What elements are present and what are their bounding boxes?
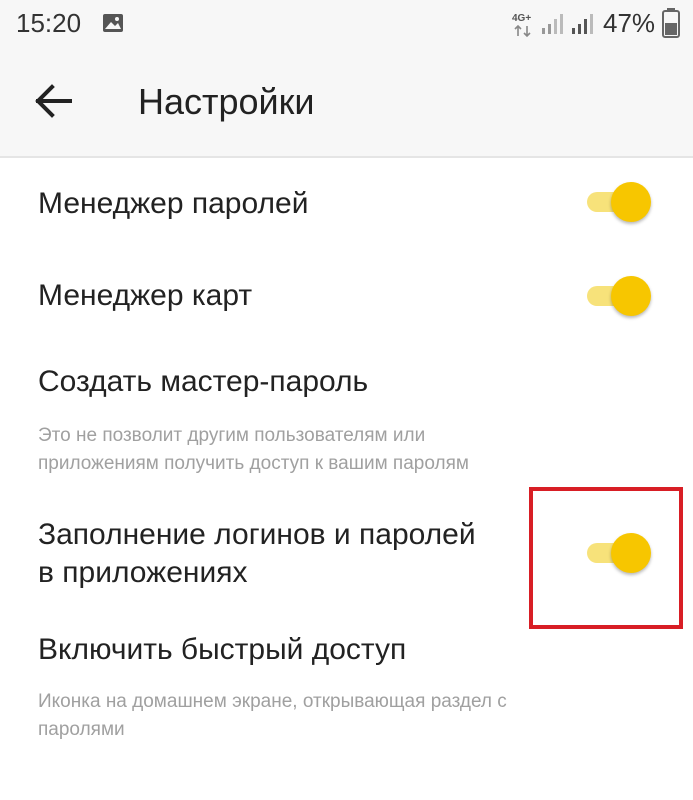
back-arrow-icon[interactable]: [34, 84, 74, 118]
status-bar: 15:20 4G+ 47%: [0, 0, 693, 48]
svg-text:4G+: 4G+: [512, 13, 531, 24]
highlight-box: [529, 487, 683, 629]
setting-title: Создать мастер-пароль: [38, 365, 369, 398]
signal-icon-1: [542, 14, 563, 34]
card-manager-toggle[interactable]: [583, 274, 651, 318]
toggle-thumb: [611, 182, 651, 222]
setting-subtitle-line1: Иконка на домашнем экране, открывающая р…: [38, 691, 507, 712]
setting-title: Менеджер паролей: [38, 187, 309, 220]
page-title: Настройки: [138, 81, 315, 122]
network-4g-icon: 4G+: [512, 13, 531, 38]
setting-title: Включить быстрый доступ: [38, 633, 407, 666]
toggle-thumb: [611, 276, 651, 316]
setting-card-manager[interactable]: Менеджер карт: [0, 252, 693, 338]
battery-icon: [662, 8, 680, 38]
password-manager-toggle[interactable]: [583, 180, 651, 224]
setting-subtitle-line1: Это не позволит другим пользователям или: [38, 425, 426, 446]
setting-master-password[interactable]: Создать мастер-пароль Это не позволит др…: [0, 350, 693, 480]
status-time: 15:20: [16, 8, 82, 38]
setting-subtitle-line2: приложениям получить доступ к вашим паро…: [38, 453, 469, 474]
setting-quick-access[interactable]: Включить быстрый доступ Иконка на домашн…: [0, 620, 693, 750]
setting-subtitle-line2: паролями: [38, 719, 125, 740]
setting-title-line2: в приложениях: [38, 556, 248, 589]
setting-title: Менеджер карт: [38, 279, 253, 312]
app-bar: Настройки: [0, 48, 693, 158]
battery-percent: 47%: [603, 8, 656, 38]
signal-icon-2: [572, 14, 593, 34]
image-notification-icon: [103, 14, 123, 32]
setting-password-manager[interactable]: Менеджер паролей: [0, 160, 693, 246]
